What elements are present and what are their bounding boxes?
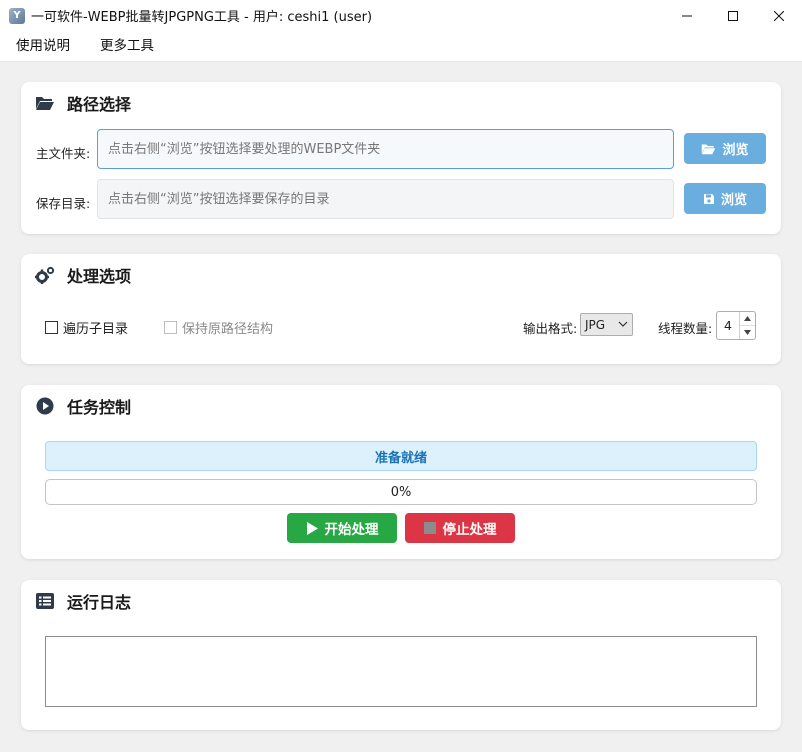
options-section-title: 处理选项 [67, 267, 132, 286]
browse-main-folder-button[interactable]: 浏览 [684, 133, 766, 164]
traverse-subdirs-checkbox[interactable]: 遍历子目录 [45, 318, 128, 337]
log-section-title: 运行日志 [67, 593, 132, 612]
keep-structure-label: 保持原路径结构 [182, 322, 274, 337]
processing-options-card: 处理选项 遍历子目录 保持原路径结构 输出格式: JPG 线程数量: 4 [21, 254, 781, 364]
close-icon [774, 10, 784, 21]
stop-processing-label: 停止处理 [442, 522, 497, 538]
menu-item-more-tools[interactable]: 更多工具 [85, 31, 169, 62]
minimize-icon [682, 15, 692, 16]
maximize-icon [728, 10, 738, 21]
status-text: 准备就绪 [374, 450, 427, 466]
spin-arrows [739, 312, 755, 339]
task-section-title: 任务控制 [67, 398, 132, 417]
traverse-subdirs-label: 遍历子目录 [63, 322, 129, 337]
title-bar: Y 一可软件-WEBP批量转JPGPNG工具 - 用户: ceshi1 (use… [0, 0, 802, 31]
close-button[interactable] [756, 0, 802, 31]
path-selection-card: 路径选择 主文件夹: 浏览 保存目录: 浏览 [21, 82, 781, 234]
main-folder-input[interactable] [97, 129, 674, 169]
task-section-header: 任务控制 [35, 395, 131, 417]
folder-open-icon [702, 144, 716, 154]
task-control-card: 任务控制 准备就绪 0% 开始处理 停止处理 [21, 385, 781, 559]
thread-count-value[interactable]: 4 [717, 312, 739, 339]
chevron-down-icon [618, 321, 628, 327]
chevron-down-icon [744, 330, 751, 335]
window-title: 一可软件-WEBP批量转JPGPNG工具 - 用户: ceshi1 (user) [31, 10, 373, 25]
main-folder-label: 主文件夹: [36, 146, 91, 161]
output-format-select[interactable]: JPG [580, 313, 633, 336]
start-processing-label: 开始处理 [324, 522, 379, 538]
save-dir-label: 保存目录: [36, 196, 91, 211]
progress-bar: 0% [45, 479, 757, 505]
minimize-button[interactable] [664, 0, 710, 31]
status-label: 准备就绪 [45, 441, 757, 471]
spin-down-button[interactable] [740, 326, 755, 339]
path-section-title: 路径选择 [67, 95, 132, 114]
chevron-up-icon [744, 316, 751, 321]
gears-icon [35, 265, 55, 285]
options-section-header: 处理选项 [35, 264, 131, 286]
save-dir-input[interactable] [97, 179, 674, 219]
spin-up-button[interactable] [740, 312, 755, 326]
window-controls [664, 0, 802, 31]
maximize-button[interactable] [710, 0, 756, 31]
progress-text: 0% [390, 484, 412, 500]
log-section-header: 运行日志 [35, 590, 131, 612]
stop-processing-button[interactable]: 停止处理 [405, 513, 515, 543]
stop-icon [423, 522, 436, 534]
output-format-label: 输出格式: [523, 321, 578, 336]
menu-bar: 使用说明 更多工具 [0, 31, 802, 62]
path-section-header: 路径选择 [35, 92, 131, 114]
app-logo-icon: Y [9, 7, 25, 24]
menu-item-help[interactable]: 使用说明 [1, 31, 85, 62]
log-textarea[interactable] [45, 636, 757, 707]
start-processing-button[interactable]: 开始处理 [287, 513, 397, 543]
thread-count-spinbox[interactable]: 4 [716, 311, 756, 340]
browse-save-dir-label: 浏览 [720, 193, 747, 208]
folder-open-icon [35, 93, 55, 113]
thread-count-label: 线程数量: [658, 321, 713, 336]
output-format-value: JPG [585, 317, 606, 332]
browse-main-folder-label: 浏览 [722, 143, 749, 158]
traverse-subdirs-box[interactable] [45, 321, 58, 334]
play-icon [306, 521, 318, 535]
browse-save-dir-button[interactable]: 浏览 [684, 183, 766, 214]
keep-structure-box[interactable] [164, 321, 177, 334]
save-disk-icon [703, 193, 714, 204]
keep-structure-checkbox[interactable]: 保持原路径结构 [164, 318, 273, 337]
list-icon [35, 591, 55, 611]
run-log-card: 运行日志 [21, 580, 781, 730]
play-circle-icon [35, 396, 55, 416]
